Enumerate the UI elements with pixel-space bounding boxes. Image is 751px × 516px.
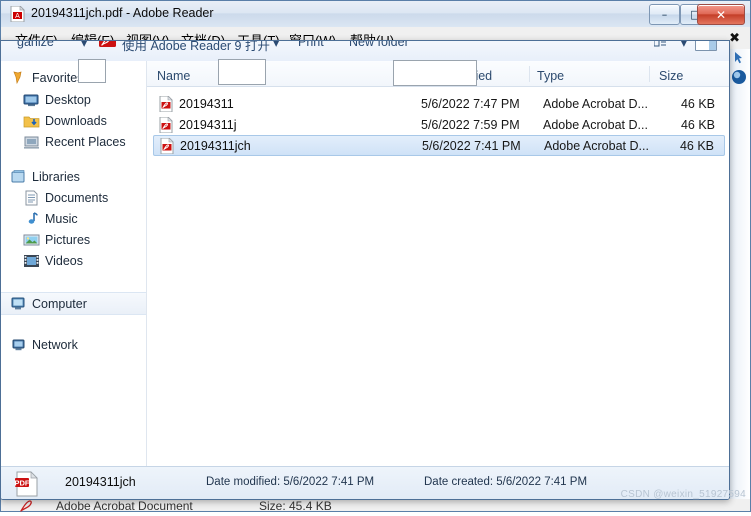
sidebar-item-pictures[interactable]: Pictures: [1, 229, 146, 250]
recent-places-icon: [23, 134, 40, 150]
view-chevron-down-icon[interactable]: ▾: [681, 41, 687, 50]
column-header-type[interactable]: Type: [537, 69, 564, 83]
preview-pane-icon[interactable]: [695, 41, 717, 51]
repaint-artifact: [218, 59, 266, 85]
pdf-document-icon: A: [10, 5, 25, 23]
navigation-pane: Favorites Desktop Downloads Recent Place…: [1, 61, 147, 499]
pdf-large-icon: PDF: [15, 471, 41, 497]
table-row[interactable]: 20194311j 5/6/2022 7:59 PM Adobe Acrobat…: [153, 114, 725, 135]
sidebar-item-videos[interactable]: Videos: [1, 250, 146, 271]
file-size: 46 KB: [679, 138, 714, 153]
file-type: Adobe Acrobat D...: [544, 138, 649, 153]
file-name: 20194311: [179, 96, 234, 111]
organize-button[interactable]: ganize: [17, 41, 54, 49]
file-date-modified: 5/6/2022 7:47 PM: [421, 96, 520, 111]
open-with-chevron-down-icon[interactable]: ▾: [273, 41, 279, 50]
file-type: Adobe Acrobat D...: [543, 96, 648, 111]
music-icon: [23, 211, 40, 227]
sidebar-label: Pictures: [45, 232, 91, 247]
sidebar-item-libraries[interactable]: Libraries: [1, 166, 146, 187]
libraries-icon: [10, 169, 27, 185]
svg-text:A: A: [15, 13, 20, 20]
view-layout-icon[interactable]: [653, 41, 667, 48]
sidebar-label: Recent Places: [45, 134, 126, 149]
desktop-icon: [23, 92, 40, 108]
table-row[interactable]: 20194311 5/6/2022 7:47 PM Adobe Acrobat …: [153, 93, 725, 114]
sidebar-label: Desktop: [45, 92, 91, 107]
videos-icon: [23, 253, 40, 269]
details-date-created: Date created: 5/6/2022 7:41 PM: [424, 476, 588, 488]
sidebar-label: Music: [45, 211, 78, 226]
file-list-view: Name Date modified Type Size 20194311 5/…: [147, 61, 729, 499]
watermark-text: CSDN @weixin_51927594: [620, 489, 746, 500]
hand-tool-icon[interactable]: [731, 69, 747, 85]
sidebar-item-recent-places[interactable]: Recent Places: [1, 131, 146, 152]
sidebar-label: Favorites: [32, 70, 84, 85]
explorer-command-bar: ganize ▾ 使用 Adobe Reader 9 打开 ▾ Print Ne…: [1, 41, 729, 62]
organize-chevron-down-icon[interactable]: ▾: [81, 41, 87, 50]
new-folder-button[interactable]: New folder: [349, 41, 409, 49]
reader-title-bar: A 20194311jch.pdf - Adobe Reader – □ ✕: [1, 1, 750, 28]
downloads-folder-icon: [23, 113, 40, 129]
select-tool-icon[interactable]: [732, 51, 746, 65]
print-button[interactable]: Print: [298, 41, 324, 49]
file-type: Adobe Acrobat D...: [543, 117, 648, 132]
minimize-icon: –: [661, 8, 668, 21]
details-date-modified: Date modified: 5/6/2022 7:41 PM: [206, 476, 375, 488]
repaint-artifact: [393, 60, 477, 86]
pdf-file-icon: [160, 136, 174, 154]
file-size: 46 KB: [680, 96, 715, 111]
status-document-type: Adobe Acrobat Document: [56, 499, 193, 513]
sidebar-item-computer[interactable]: Computer: [1, 292, 146, 315]
favorites-star-icon: [10, 70, 27, 86]
sidebar-item-downloads[interactable]: Downloads: [1, 110, 146, 131]
open-with-button[interactable]: 使用 Adobe Reader 9 打开: [122, 41, 270, 54]
close-button[interactable]: ✕: [697, 4, 745, 25]
pictures-icon: [23, 232, 40, 248]
network-icon: [10, 337, 27, 353]
menubar-close-icon[interactable]: ✖: [729, 30, 740, 46]
sidebar-item-music[interactable]: Music: [1, 208, 146, 229]
reader-status-strip: Adobe Acrobat Document Size: 45.4 KB: [1, 499, 750, 513]
adobe-acrobat-icon: [19, 499, 37, 513]
pdf-file-icon: [159, 94, 173, 112]
details-file-name: 20194311jch: [65, 475, 136, 489]
documents-icon: [23, 190, 40, 206]
column-header-size[interactable]: Size: [659, 69, 683, 83]
close-icon: ✕: [715, 7, 727, 22]
sidebar-item-network[interactable]: Network: [1, 334, 146, 355]
sidebar-label: Libraries: [32, 169, 80, 184]
svg-text:PDF: PDF: [15, 478, 30, 487]
file-explorer-window: ganize ▾ 使用 Adobe Reader 9 打开 ▾ Print Ne…: [0, 40, 730, 500]
file-date-modified: 5/6/2022 7:41 PM: [422, 138, 521, 153]
minimize-button[interactable]: –: [649, 4, 680, 25]
sidebar-label: Videos: [45, 253, 83, 268]
sidebar-label: Computer: [32, 296, 87, 311]
file-name: 20194311jch: [180, 138, 251, 153]
table-row[interactable]: 20194311jch 5/6/2022 7:41 PM Adobe Acrob…: [153, 135, 725, 156]
computer-icon: [10, 296, 27, 312]
sidebar-label: Documents: [45, 190, 109, 205]
status-document-size: Size: 45.4 KB: [259, 499, 332, 513]
adobe-reader-icon: [99, 41, 116, 48]
file-size: 46 KB: [680, 117, 715, 132]
pdf-file-icon: [159, 115, 173, 133]
sidebar-label: Network: [32, 337, 78, 352]
window-title: 20194311jch.pdf - Adobe Reader: [31, 6, 214, 20]
sidebar-item-favorites[interactable]: Favorites: [1, 67, 146, 88]
repaint-artifact: [78, 59, 106, 83]
file-date-modified: 5/6/2022 7:59 PM: [421, 117, 520, 132]
sidebar-item-documents[interactable]: Documents: [1, 187, 146, 208]
sidebar-item-desktop[interactable]: Desktop: [1, 89, 146, 110]
column-header-name[interactable]: Name: [157, 69, 190, 83]
file-name: 20194311j: [179, 117, 237, 132]
sidebar-label: Downloads: [45, 113, 107, 128]
